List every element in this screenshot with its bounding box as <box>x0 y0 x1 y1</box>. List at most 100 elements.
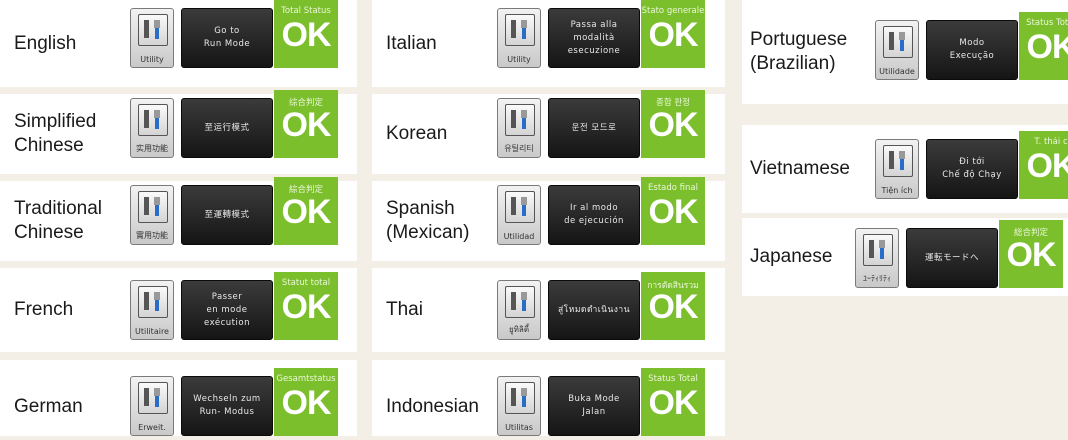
wrench-screwdriver-icon <box>138 382 168 414</box>
total-status-panel: Gesamtstatus OK <box>274 368 338 436</box>
wrench-screwdriver-icon <box>138 286 168 318</box>
language-card-korean: Korean 유틸리티 운전 모드로 종합 판정 OK <box>372 90 725 174</box>
utility-button[interactable]: Utilitas <box>497 376 541 436</box>
utility-button[interactable]: Utilidade <box>875 20 919 80</box>
status-title: Total Status <box>281 6 331 16</box>
status-ok: OK <box>648 288 699 326</box>
status-title: T. thái c <box>1034 137 1068 147</box>
status-ok: OK <box>281 193 332 231</box>
language-label: Spanish (Mexican) <box>386 198 470 243</box>
language-card-french: French Utilitaire Passer en mode exécuti… <box>0 268 357 352</box>
language-card-vietnamese: Vietnamese Tiện ích Đi tới Chế độ Chạy T… <box>742 125 1068 213</box>
total-status-panel: Estado final OK <box>641 177 705 245</box>
status-ok: OK <box>281 288 332 326</box>
utility-button[interactable]: Utility <box>130 8 174 68</box>
total-status-panel: 綜合判定 OK <box>274 177 338 245</box>
language-label: Vietnamese <box>750 158 850 179</box>
run-mode-button[interactable]: 至運轉模式 <box>181 185 273 245</box>
run-mode-button[interactable]: Buka Mode Jalan <box>548 376 640 436</box>
utility-label: 유틸리티 <box>504 144 534 153</box>
run-mode-button[interactable]: Ir al modo de ejecución <box>548 185 640 245</box>
utility-button[interactable]: 实用功能 <box>130 98 174 158</box>
language-label: German <box>14 396 83 417</box>
status-ok: OK <box>1026 147 1068 185</box>
total-status-panel: Status Total OK <box>1019 12 1068 80</box>
utility-button[interactable]: Utility <box>497 8 541 68</box>
utility-button[interactable]: Utilitaire <box>130 280 174 340</box>
language-label: Traditional Chinese <box>14 198 103 243</box>
status-ok: OK <box>1026 28 1068 66</box>
status-title: Statut total <box>281 278 331 288</box>
wrench-screwdriver-icon <box>138 14 168 46</box>
utility-button[interactable]: ยูทิลิตี้ <box>497 280 541 340</box>
status-title: Stato generale <box>641 6 705 16</box>
utility-button[interactable]: Erweit. <box>130 376 174 436</box>
total-status-panel: T. thái c OK <box>1019 131 1068 199</box>
language-label: French <box>14 299 74 320</box>
language-label: Portuguese (Brazilian) <box>750 29 848 74</box>
total-status-panel: Status Total OK <box>641 368 705 436</box>
status-title: Status Total <box>648 374 698 384</box>
language-card-english: English Utility Go to Run Mode Total Sta… <box>0 0 357 87</box>
utility-label: Erweit. <box>138 423 166 432</box>
status-ok: OK <box>281 384 332 422</box>
wrench-screwdriver-icon <box>505 382 535 414</box>
utility-button[interactable]: ﾕｰﾃｨﾘﾃｨ <box>855 228 899 288</box>
utility-button[interactable]: Tiện ích <box>875 139 919 199</box>
status-ok: OK <box>648 384 699 422</box>
total-status-panel: 종합 판정 OK <box>641 90 705 158</box>
status-ok: OK <box>648 106 699 144</box>
language-card-italian: Italian Utility Passa alla modalità esec… <box>372 0 725 87</box>
wrench-screwdriver-icon <box>863 234 893 266</box>
language-label: Japanese <box>750 246 833 267</box>
run-mode-button[interactable]: Passer en mode exécution <box>181 280 273 340</box>
utility-label: 實用功能 <box>136 231 168 240</box>
language-card-simplified-chinese: Simplified Chinese 实用功能 至运行模式 综合判定 OK <box>0 90 357 174</box>
run-mode-button[interactable]: 운전 모드로 <box>548 98 640 158</box>
total-status-panel: การตัดสินรวม OK <box>641 272 705 340</box>
run-mode-button[interactable]: Wechseln zum Run- Modus <box>181 376 273 436</box>
total-status-panel: 综合判定 OK <box>274 90 338 158</box>
run-mode-button[interactable]: Go to Run Mode <box>181 8 273 68</box>
language-card-indonesian: Indonesian Utilitas Buka Mode Jalan Stat… <box>372 360 725 436</box>
wrench-screwdriver-icon <box>505 14 535 46</box>
language-label: Korean <box>386 123 448 144</box>
status-ok: OK <box>281 16 332 54</box>
utility-label: Tiện ích <box>881 186 913 195</box>
run-mode-button[interactable]: Đi tới Chế độ Chạy <box>926 139 1018 199</box>
language-card-spanish: Spanish (Mexican) Utilidad Ir al modo de… <box>372 177 725 261</box>
language-card-german: German Erweit. Wechseln zum Run- Modus G… <box>0 360 357 436</box>
wrench-screwdriver-icon <box>883 145 913 177</box>
run-mode-button[interactable]: Modo Execução <box>926 20 1018 80</box>
total-status-panel: Total Status OK <box>274 0 338 68</box>
status-title: Gesamtstatus <box>276 374 336 384</box>
total-status-panel: Statut total OK <box>274 272 338 340</box>
total-status-panel: Stato generale OK <box>641 0 705 68</box>
wrench-screwdriver-icon <box>138 191 168 223</box>
language-card-japanese: Japanese ﾕｰﾃｨﾘﾃｨ 運転モードへ 総合判定 OK <box>742 218 1068 296</box>
utility-label: ﾕｰﾃｨﾘﾃｨ <box>863 274 891 283</box>
utility-button[interactable]: 유틸리티 <box>497 98 541 158</box>
language-label: Italian <box>386 32 437 54</box>
run-mode-button[interactable]: 至运行模式 <box>181 98 273 158</box>
status-title: Status Total <box>1026 18 1068 28</box>
status-ok: OK <box>648 16 699 54</box>
language-card-portuguese: Portuguese (Brazilian) Utilidade Modo Ex… <box>742 0 1068 104</box>
run-mode-button[interactable]: 運転モードへ <box>906 228 998 288</box>
utility-label: Utility <box>140 55 164 64</box>
run-mode-button[interactable]: สู่โหมดดำเนินงาน <box>548 280 640 340</box>
utility-label: Utilidad <box>503 232 535 241</box>
utility-label: Utility <box>507 55 531 64</box>
wrench-screwdriver-icon <box>505 286 535 318</box>
language-label: English <box>14 32 77 54</box>
utility-label: Utilitaire <box>135 327 169 336</box>
wrench-screwdriver-icon <box>883 26 913 58</box>
language-label: Thai <box>386 299 423 320</box>
language-label: Indonesian <box>386 396 479 417</box>
run-mode-button[interactable]: Passa alla modalità esecuzione <box>548 8 640 68</box>
status-title: Estado final <box>648 183 698 193</box>
status-ok: OK <box>1006 236 1057 274</box>
utility-button[interactable]: 實用功能 <box>130 185 174 245</box>
wrench-screwdriver-icon <box>138 104 168 136</box>
utility-button[interactable]: Utilidad <box>497 185 541 245</box>
